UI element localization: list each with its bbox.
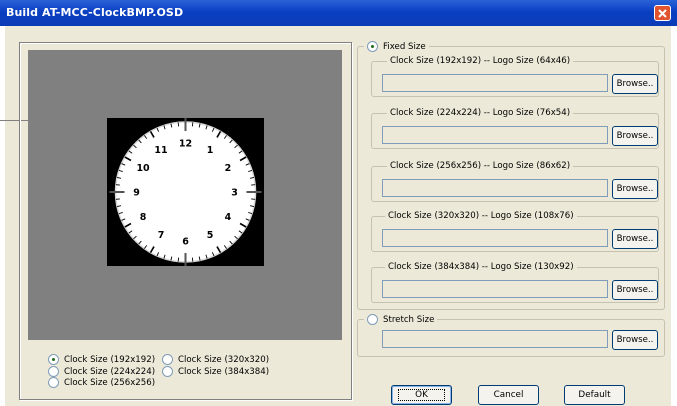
size-group-192: Clock Size (192x192) -- Logo Size (64x46…: [371, 56, 659, 97]
title-bar[interactable]: Build AT-MCC-ClockBMP.OSD: [0, 0, 677, 26]
radio-indicator[interactable]: [367, 41, 378, 52]
clock-numeral: 10: [136, 163, 150, 174]
browse-button[interactable]: Browse..: [612, 179, 658, 199]
clock-numeral: 6: [182, 237, 189, 248]
file-path-field[interactable]: [382, 330, 608, 348]
cancel-button[interactable]: Cancel: [478, 385, 539, 405]
preview-size-label: Clock Size (256x256): [64, 377, 156, 388]
browse-button[interactable]: Browse..: [612, 74, 658, 94]
clock-numeral: 1: [207, 145, 214, 156]
clock-numeral: 8: [140, 212, 147, 223]
radio-indicator[interactable]: [48, 354, 59, 365]
close-button[interactable]: [654, 5, 671, 21]
size-group-label: Clock Size (320x320) -- Logo Size (108x7…: [385, 211, 577, 221]
clock-numeral: 9: [133, 188, 140, 199]
preview-size-radio-384[interactable]: Clock Size (384x384): [162, 366, 269, 377]
clock-numeral: 4: [225, 212, 232, 223]
preview-size-radio-256[interactable]: Clock Size (256x256): [48, 377, 155, 388]
stretch-size-label: Stretch Size: [383, 314, 435, 325]
clock-numeral: 12: [179, 139, 192, 150]
stretch-size-radio[interactable]: Stretch Size: [364, 314, 438, 325]
default-button[interactable]: Default: [564, 385, 625, 405]
size-group-label: Clock Size (192x192) -- Logo Size (64x46…: [387, 56, 574, 66]
file-path-field[interactable]: [382, 229, 608, 247]
size-group-320: Clock Size (320x320) -- Logo Size (108x7…: [371, 211, 659, 252]
close-icon: [658, 9, 667, 18]
clock-numeral: 3: [231, 188, 238, 199]
size-group-label: Clock Size (224x224) -- Logo Size (76x54…: [387, 108, 574, 118]
preview-size-label: Clock Size (384x384): [178, 366, 270, 377]
file-path-field[interactable]: [382, 126, 608, 144]
preview-size-radio-224[interactable]: Clock Size (224x224): [48, 366, 155, 377]
preview-size-radio-320[interactable]: Clock Size (320x320): [162, 354, 269, 365]
clock-numeral: 7: [158, 230, 165, 241]
radio-indicator[interactable]: [162, 366, 173, 377]
fixed-size-label: Fixed Size: [383, 41, 426, 52]
fixed-size-radio[interactable]: Fixed Size: [364, 41, 429, 52]
ok-button-label: OK: [398, 389, 445, 401]
file-path-field[interactable]: [382, 280, 608, 298]
clock-numeral: 5: [207, 230, 214, 241]
size-group-label: Clock Size (384x384) -- Logo Size (130x9…: [385, 262, 577, 272]
file-path-field[interactable]: [382, 179, 608, 197]
clock-numeral: 2: [225, 163, 232, 174]
clock-face-image: 12 12 3 45 6 78 9 10 11: [107, 118, 264, 266]
preview-size-label: Clock Size (192x192): [64, 354, 156, 365]
radio-indicator[interactable]: [367, 314, 378, 325]
radio-indicator[interactable]: [48, 377, 59, 388]
browse-button[interactable]: Browse..: [612, 280, 658, 300]
browse-button[interactable]: Browse..: [612, 330, 658, 350]
window-title: Build AT-MCC-ClockBMP.OSD: [6, 6, 184, 19]
size-group-256: Clock Size (256x256) -- Logo Size (86x62…: [371, 161, 659, 202]
browse-button[interactable]: Browse..: [612, 229, 658, 249]
radio-indicator[interactable]: [48, 366, 59, 377]
browse-button[interactable]: Browse..: [612, 126, 658, 146]
clock-numeral: 11: [154, 145, 167, 156]
stretch-size-group: Stretch Size Browse..: [357, 314, 665, 357]
preview-size-label: Clock Size (320x320): [178, 354, 270, 365]
size-group-224: Clock Size (224x224) -- Logo Size (76x54…: [371, 108, 659, 149]
size-group-label: Clock Size (256x256) -- Logo Size (86x62…: [387, 161, 574, 171]
preview-size-label: Clock Size (224x224): [64, 366, 156, 377]
preview-size-radio-192[interactable]: Clock Size (192x192): [48, 354, 155, 365]
radio-indicator[interactable]: [162, 354, 173, 365]
ok-button[interactable]: OK: [391, 385, 452, 405]
size-group-384: Clock Size (384x384) -- Logo Size (130x9…: [371, 262, 659, 303]
file-path-field[interactable]: [382, 74, 608, 92]
